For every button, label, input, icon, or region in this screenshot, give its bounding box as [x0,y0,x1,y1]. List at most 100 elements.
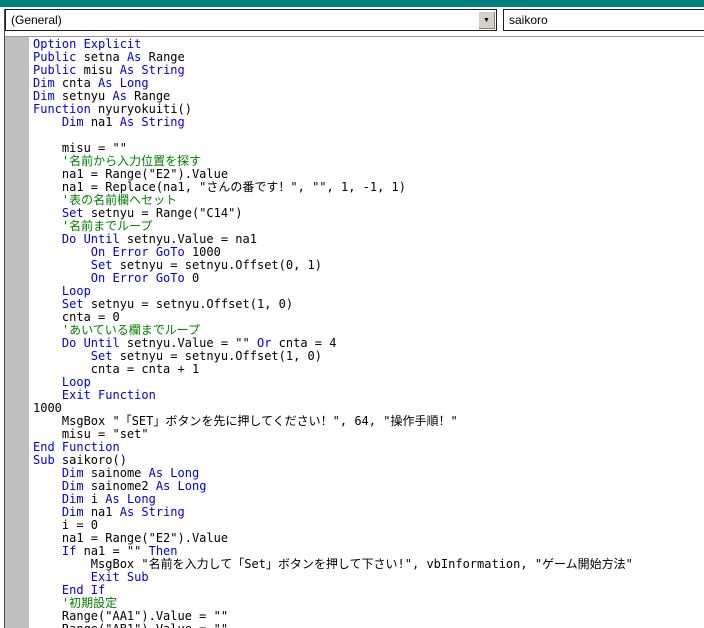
code-text: Range("AA1").Value = "" [33,609,228,623]
code-text: na1 = Range("E2").Value [33,531,228,545]
code-text [33,570,91,584]
keyword-text: Set [62,297,84,311]
object-dropdown[interactable]: (General) ▼ [5,9,497,31]
code-line: Exit Function [33,389,704,402]
keyword-text: On Error GoTo [91,271,185,285]
code-text [33,336,62,350]
keyword-text: As [112,89,126,103]
comment-text: '初期設定 [33,596,117,610]
code-text: cnta = 0 [33,310,120,324]
code-text [33,349,91,363]
code-text [33,206,62,220]
code-text: sainome [84,466,149,480]
code-text: sainome2 [84,479,156,493]
code-text: MsgBox "「SET」ボタンを先に押してください！", 64, "操作手順！… [33,414,458,428]
code-text [33,583,62,597]
code-text [33,479,62,493]
keyword-text: Public [33,50,76,64]
code-text [33,375,62,389]
code-text: na1 = "" [76,544,148,558]
keyword-text: Set [91,349,113,363]
keyword-text: Dim [62,466,84,480]
code-text: setnyu.Value = "" [120,336,257,350]
keyword-text: Sub [33,453,55,467]
code-text [33,271,91,285]
code-text: cnta = 4 [271,336,336,350]
code-text: na1 [84,505,120,519]
code-line [33,129,704,142]
code-line: cnta = cnta + 1 [33,363,704,376]
keyword-text: On Error GoTo [91,245,185,259]
procedure-dropdown-value: saikoro [509,13,548,27]
comment-text: '名前までループ [33,219,152,233]
keyword-text: Dim [33,89,55,103]
code-text [33,466,62,480]
code-text: setnyu [55,89,113,103]
code-text: setnyu = setnyu.Offset(1, 0) [84,297,294,311]
comment-text: '名前から入力位置を探す [33,154,201,168]
code-text: na1 [84,115,120,129]
code-text: nyuryokuiti() [91,102,192,116]
code-text [33,297,62,311]
code-text: setna [76,50,127,64]
code-text: 1000 [33,401,62,415]
keyword-text: As String [120,115,185,129]
keyword-text: Loop [62,284,91,298]
keyword-text: As String [120,505,185,519]
code-text: misu = "set" [33,427,149,441]
code-text: MsgBox "名前を入力して「Set」ボタンを押して下さい!", vbInfo… [33,557,633,571]
keyword-text: Function [33,102,91,116]
code-lines: Option ExplicitPublic setna As RangePubl… [33,38,704,628]
code-text: Range [141,50,184,64]
keyword-text: Exit Sub [91,570,149,584]
code-text [33,388,62,402]
code-line: Dim na1 As String [33,116,704,129]
code-line: Dim na1 As String [33,506,704,519]
keyword-text: As Long [149,466,200,480]
margin-indicator-bar[interactable] [5,37,29,628]
keyword-text: As Long [156,479,207,493]
code-text: saikoro() [55,453,127,467]
keyword-text: Dim [62,492,84,506]
code-text: setnyu.Value = na1 [120,232,257,246]
window-top-edge [0,0,704,7]
object-dropdown-value: (General) [11,13,62,27]
procedure-dropdown[interactable]: saikoro [503,9,704,31]
keyword-text: Set [62,206,84,220]
code-text [33,115,62,129]
code-text [33,492,62,506]
code-text: i = 0 [33,518,98,532]
code-text: misu = "" [33,141,127,155]
code-line: On Error GoTo 0 [33,272,704,285]
keyword-text: Do Until [62,232,120,246]
keyword-text: Set [91,258,113,272]
code-line: Set setnyu = setnyu.Offset(1, 0) [33,298,704,311]
code-text: 0 [185,271,199,285]
code-text [33,505,62,519]
code-text: misu [76,63,119,77]
code-line: Exit Sub [33,571,704,584]
code-text: i [84,492,106,506]
code-line: Range("AB1").Value = "" [33,623,704,628]
code-text [33,232,62,246]
code-text [33,284,62,298]
code-editor[interactable]: Option ExplicitPublic setna As RangePubl… [29,37,704,628]
code-text: setnyu = setnyu.Offset(1, 0) [112,349,322,363]
chevron-down-icon[interactable]: ▼ [478,11,495,29]
code-text: Range("AB1").Value = "" [33,622,228,628]
keyword-text: Loop [62,375,91,389]
code-text: 1000 [185,245,221,259]
keyword-text: Dim [62,115,84,129]
code-text: cnta = cnta + 1 [33,362,199,376]
code-text: na1 = Replace(na1, "さんの番です！", "", 1, -1,… [33,180,406,194]
code-text [33,245,91,259]
keyword-text: End If [62,583,105,597]
keyword-text: If [62,544,76,558]
keyword-text: Then [149,544,178,558]
keyword-text: Option Explicit [33,37,141,51]
code-text: setnyu = Range("C14") [84,206,243,220]
keyword-text: As Long [98,76,149,90]
code-text: Range [127,89,170,103]
keyword-text: Dim [62,505,84,519]
keyword-text: Public [33,63,76,77]
